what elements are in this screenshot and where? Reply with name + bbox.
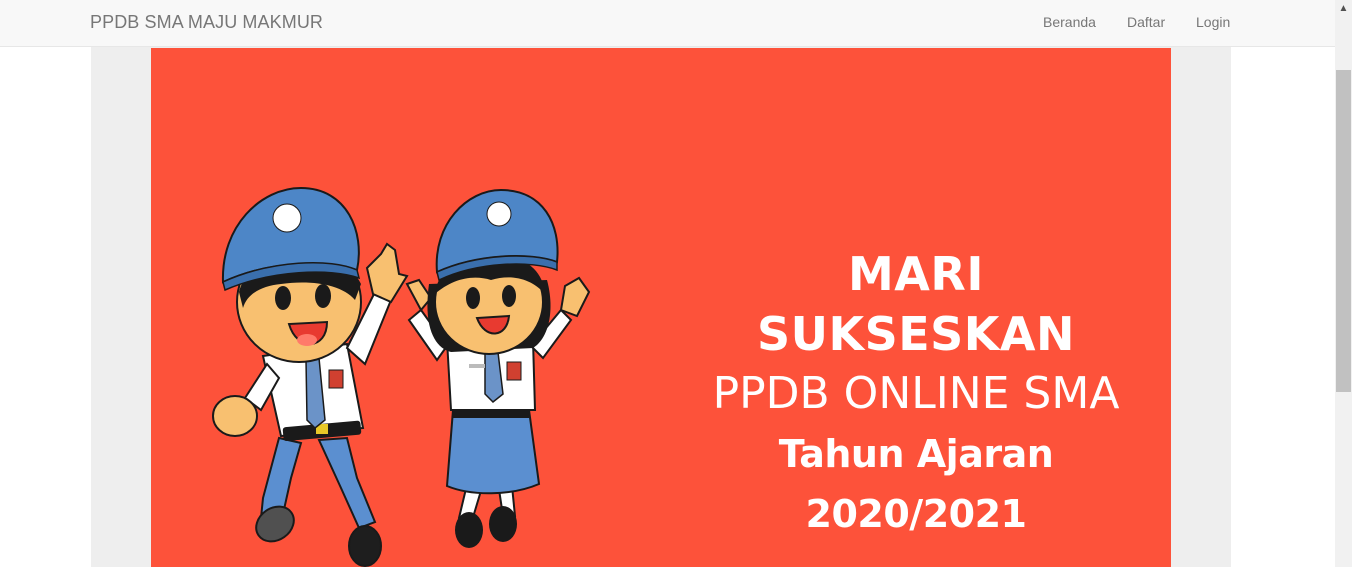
scroll-up-arrow-icon[interactable]: ▲ (1335, 0, 1352, 17)
banner-headline: MARI SUKSESKAN PPDB ONLINE SMA Tahun Aja… (686, 244, 1146, 544)
scrollbar-thumb[interactable] (1336, 70, 1351, 392)
hero-banner: MARI SUKSESKAN PPDB ONLINE SMA Tahun Aja… (151, 48, 1171, 567)
navbar-brand[interactable]: PPDB SMA MAJU MAKMUR (90, 12, 323, 33)
nav-link-beranda[interactable]: Beranda (1043, 14, 1096, 30)
girl-student-figure (405, 188, 591, 548)
nav-link-login[interactable]: Login (1196, 14, 1230, 30)
nav-link-daftar[interactable]: Daftar (1127, 14, 1165, 30)
banner-line-tahun-ajaran: Tahun Ajaran 2020/2021 (778, 432, 1054, 536)
banner-line-mari-sukseskan: MARI SUKSESKAN (756, 247, 1076, 361)
vertical-scrollbar[interactable]: ▲ (1335, 0, 1352, 567)
students-illustration (212, 186, 591, 567)
top-navbar: PPDB SMA MAJU MAKMUR Beranda Daftar Logi… (0, 0, 1335, 47)
banner-line-ppdb-online: PPDB ONLINE SMA (712, 368, 1120, 419)
boy-student-figure (212, 186, 409, 567)
